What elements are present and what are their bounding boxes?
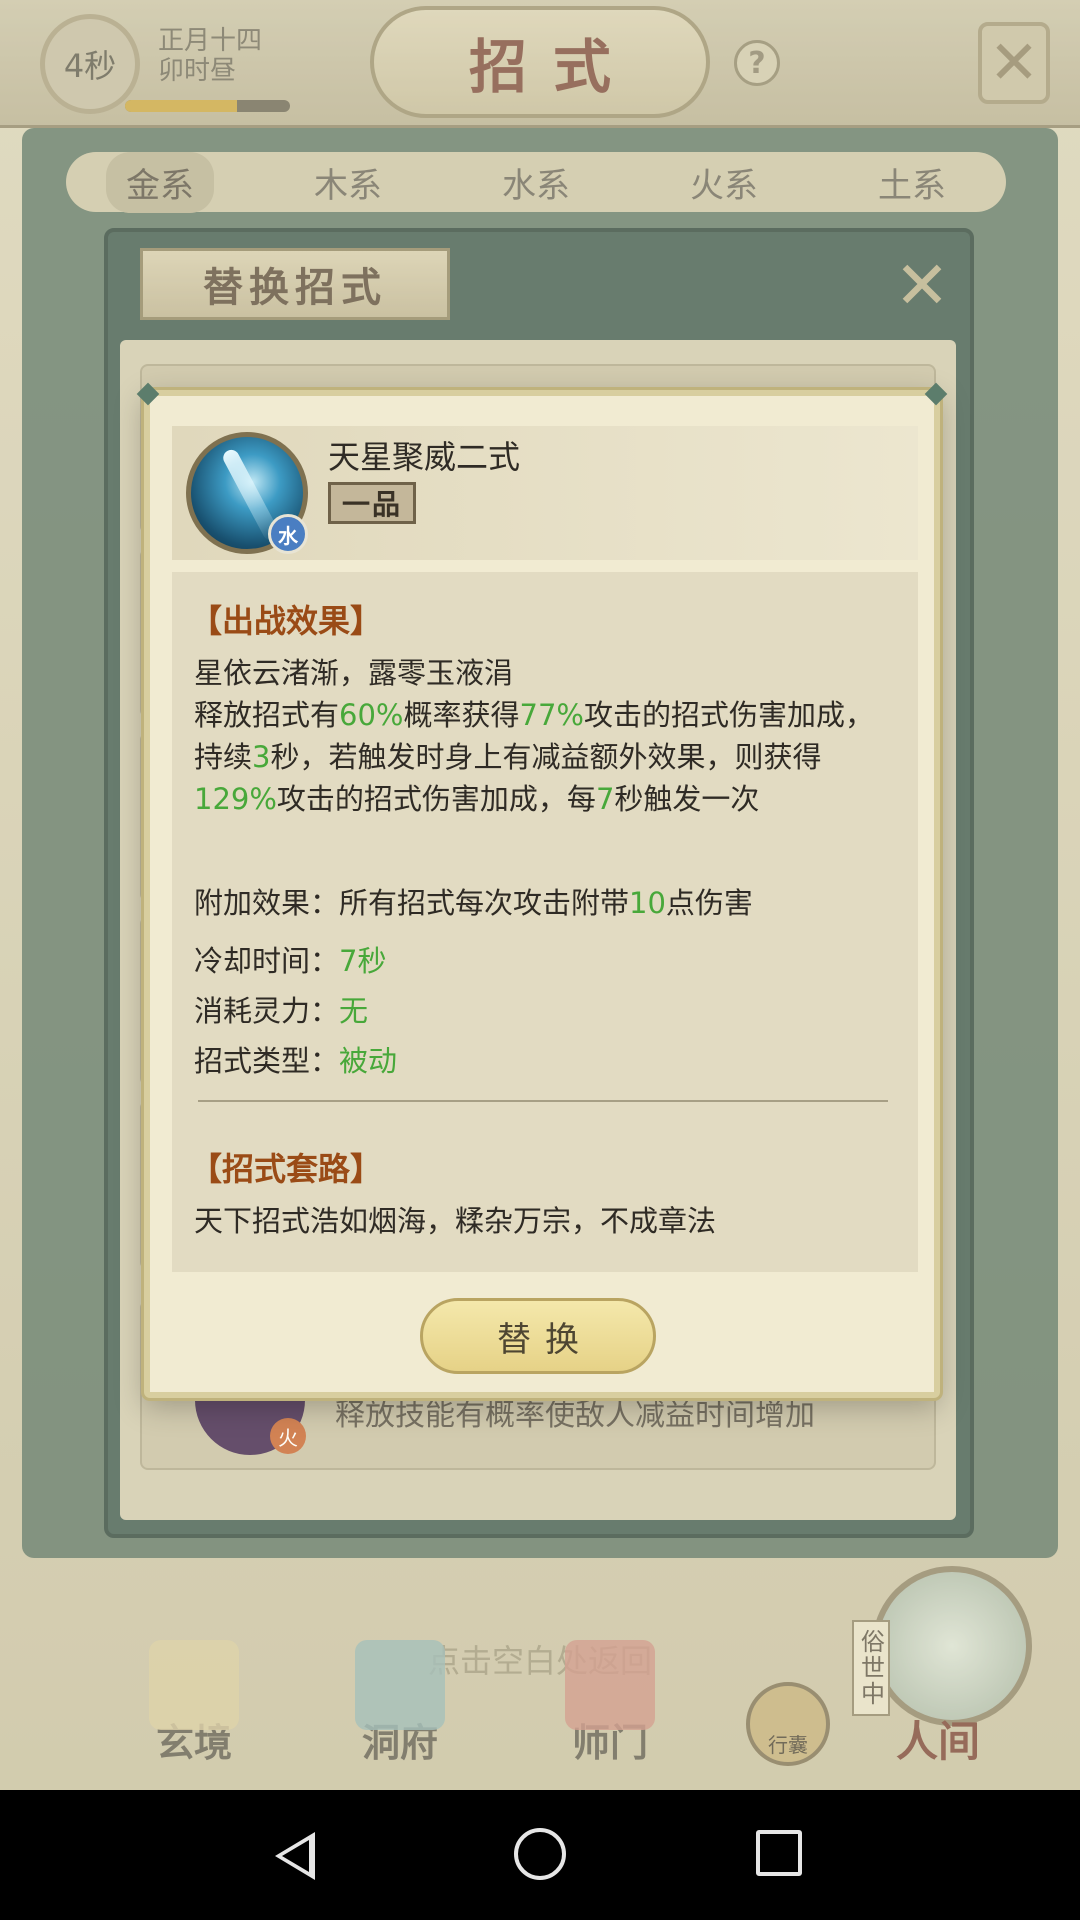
extra-effect: 附加效果：所有招式每次攻击附带10点伤害 xyxy=(194,880,753,922)
skill-detail-dialog: 水 天星聚威二式 一品 【出战效果】 星依云渚渐，露零玉液涓 释放招式有60%概… xyxy=(144,390,940,1398)
skill-route-text: 天下招式浩如烟海，糅杂万宗，不成章法 xyxy=(194,1204,717,1238)
skill-effect-text: 释放招式有60%概率获得77%攻击的招式伤害加成，持续3秒，若触发时身上有减益额… xyxy=(194,694,894,820)
replace-button[interactable]: 替换 xyxy=(420,1298,656,1374)
extra-effect-suffix: 点伤害 xyxy=(665,886,753,920)
effect-text: 攻击的招式伤害加成，每 xyxy=(276,782,596,816)
effect-text: 释放招式有 xyxy=(194,698,340,732)
cooldown-stat: 冷却时间：7秒 xyxy=(194,938,386,980)
effect-value: 77% xyxy=(519,698,584,732)
skill-grade-badge: 一品 xyxy=(328,482,416,524)
skill-route-title: 【招式套路】 xyxy=(190,1150,383,1188)
effect-value: 3 xyxy=(252,740,271,774)
effect-text: 秒，若触发时身上有减益额外效果，则获得 xyxy=(270,740,822,774)
water-element-badge: 水 xyxy=(268,514,308,554)
type-value: 被动 xyxy=(339,1044,398,1078)
type-label: 招式类型： xyxy=(194,1044,340,1078)
skill-name: 天星聚威二式 xyxy=(328,438,521,476)
home-icon[interactable] xyxy=(514,1828,566,1880)
effect-value: 60% xyxy=(339,698,404,732)
recent-apps-icon[interactable] xyxy=(756,1830,802,1876)
effect-text: 概率获得 xyxy=(403,698,520,732)
effect-value: 129% xyxy=(194,782,277,816)
divider xyxy=(198,1100,888,1102)
back-icon[interactable] xyxy=(275,1832,315,1880)
cooldown-value: 7秒 xyxy=(339,944,387,978)
skill-info-box: 【出战效果】 星依云渚渐，露零玉液涓 释放招式有60%概率获得77% 攻击的招式伤… xyxy=(172,572,918,1272)
game-screen: 4秒 正月十四 卯时昼 招式 ? ✕ 金系 木系 水系 火系 土系 替换招式 ✕… xyxy=(0,0,1080,1790)
cost-label: 消耗灵力： xyxy=(194,994,340,1028)
effect-value: 7 xyxy=(595,782,615,816)
extra-effect-value: 10 xyxy=(629,886,666,920)
system-nav-bar xyxy=(0,1790,1080,1920)
battle-effect-title: 【出战效果】 xyxy=(190,602,383,640)
effect-text: 秒触发一次 xyxy=(614,782,760,816)
cost-value: 无 xyxy=(339,994,369,1028)
cooldown-label: 冷却时间： xyxy=(194,944,340,978)
type-stat: 招式类型：被动 xyxy=(194,1038,397,1080)
cost-stat: 消耗灵力：无 xyxy=(194,988,368,1030)
extra-effect-label: 附加效果：所有招式每次攻击附带 xyxy=(194,886,630,920)
skill-flavor-text: 星依云渚渐，露零玉液涓 xyxy=(194,656,514,690)
